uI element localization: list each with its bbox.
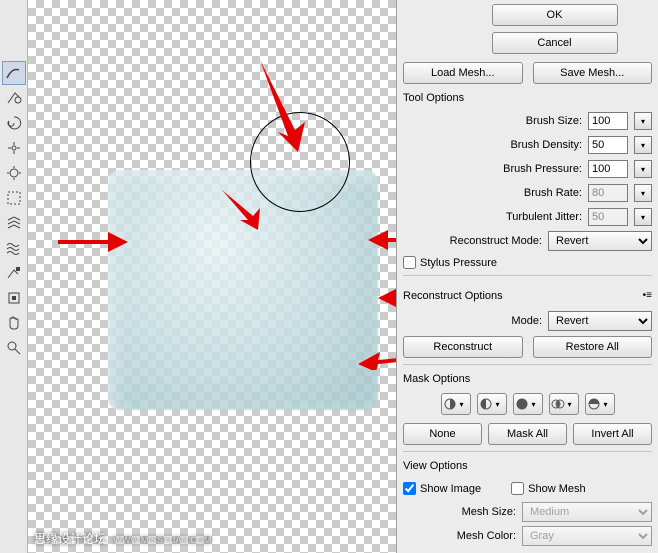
- annotation-arrow: [58, 232, 128, 252]
- mirror-tool[interactable]: [2, 211, 26, 235]
- turbulent-jitter-label: Turbulent Jitter:: [506, 211, 582, 223]
- mode-label: Mode:: [511, 315, 542, 327]
- divider: [403, 364, 652, 365]
- mode-select[interactable]: Revert: [548, 311, 652, 331]
- tool-options-label: Tool Options: [403, 92, 652, 104]
- forward-warp-tool[interactable]: [2, 61, 26, 85]
- reconstruct-button[interactable]: Reconstruct: [403, 336, 523, 358]
- show-mesh-checkbox[interactable]: [511, 482, 524, 495]
- show-mesh-label: Show Mesh: [528, 483, 585, 495]
- turbulent-jitter-dropdown: ▾: [634, 208, 652, 226]
- view-options-label: View Options: [403, 460, 652, 472]
- stylus-pressure-checkbox[interactable]: [403, 256, 416, 269]
- turbulent-jitter-input: [588, 208, 628, 226]
- ok-button[interactable]: OK: [492, 4, 618, 26]
- brush-rate-dropdown: ▾: [634, 184, 652, 202]
- load-mesh-button[interactable]: Load Mesh...: [403, 62, 523, 84]
- show-image-checkbox[interactable]: [403, 482, 416, 495]
- reconstruct-mode-label: Reconstruct Mode:: [450, 235, 542, 247]
- thaw-mask-tool[interactable]: [2, 286, 26, 310]
- brush-size-label: Brush Size:: [526, 115, 582, 127]
- turbulence-tool[interactable]: [2, 236, 26, 260]
- divider: [403, 451, 652, 452]
- annotation-arrow: [250, 60, 310, 160]
- mesh-color-label: Mesh Color:: [457, 530, 516, 542]
- mask-replace-icon[interactable]: ▾: [441, 393, 471, 415]
- options-panel: OK Cancel Load Mesh... Save Mesh... Tool…: [396, 0, 658, 553]
- mesh-size-select: Medium: [522, 502, 652, 522]
- mask-invert-icon[interactable]: ▾: [585, 393, 615, 415]
- panel-menu-icon[interactable]: •≡: [643, 290, 652, 301]
- brush-rate-label: Brush Rate:: [524, 187, 582, 199]
- mask-add-icon[interactable]: ▾: [477, 393, 507, 415]
- annotation-arrow: [358, 350, 396, 370]
- toolbar: [0, 0, 28, 553]
- brush-density-input[interactable]: [588, 136, 628, 154]
- mesh-color-select: Gray: [522, 526, 652, 546]
- canvas[interactable]: 思缘设计论坛 WWW.MISSYUAN.COM: [28, 0, 396, 553]
- push-left-tool[interactable]: [2, 186, 26, 210]
- brush-size-input[interactable]: [588, 112, 628, 130]
- twirl-tool[interactable]: [2, 111, 26, 135]
- reconstruct-tool[interactable]: [2, 86, 26, 110]
- pucker-tool[interactable]: [2, 136, 26, 160]
- mask-none-button[interactable]: None: [403, 423, 482, 445]
- brush-density-dropdown[interactable]: ▾: [634, 136, 652, 154]
- mask-options-label: Mask Options: [403, 373, 652, 385]
- restore-all-button[interactable]: Restore All: [533, 336, 653, 358]
- brush-pressure-input[interactable]: [588, 160, 628, 178]
- brush-pressure-dropdown[interactable]: ▾: [634, 160, 652, 178]
- mask-subtract-icon[interactable]: ▾: [513, 393, 543, 415]
- watermark-main: 思缘设计论坛: [34, 532, 106, 546]
- divider: [403, 275, 652, 276]
- stylus-pressure-label: Stylus Pressure: [420, 257, 497, 269]
- mask-all-button[interactable]: Mask All: [488, 423, 567, 445]
- show-image-label: Show Image: [420, 483, 481, 495]
- reconstruct-options-label: Reconstruct Options: [403, 290, 503, 302]
- invert-all-button[interactable]: Invert All: [573, 423, 652, 445]
- save-mesh-button[interactable]: Save Mesh...: [533, 62, 653, 84]
- hand-tool[interactable]: [2, 311, 26, 335]
- brush-size-dropdown[interactable]: ▾: [634, 112, 652, 130]
- reconstruct-mode-select[interactable]: Revert: [548, 231, 652, 251]
- bloat-tool[interactable]: [2, 161, 26, 185]
- brush-density-label: Brush Density:: [510, 139, 582, 151]
- mask-intersect-icon[interactable]: ▾: [549, 393, 579, 415]
- mesh-size-label: Mesh Size:: [462, 506, 516, 518]
- annotation-arrow: [378, 288, 396, 308]
- annotation-arrow: [218, 190, 268, 230]
- annotation-arrow: [368, 230, 396, 250]
- zoom-tool[interactable]: [2, 336, 26, 360]
- freeze-mask-tool[interactable]: [2, 261, 26, 285]
- watermark-sub: WWW.MISSYUAN.COM: [113, 535, 211, 545]
- brush-pressure-label: Brush Pressure:: [503, 163, 582, 175]
- cancel-button[interactable]: Cancel: [492, 32, 618, 54]
- brush-rate-input: [588, 184, 628, 202]
- watermark: 思缘设计论坛 WWW.MISSYUAN.COM: [34, 530, 211, 547]
